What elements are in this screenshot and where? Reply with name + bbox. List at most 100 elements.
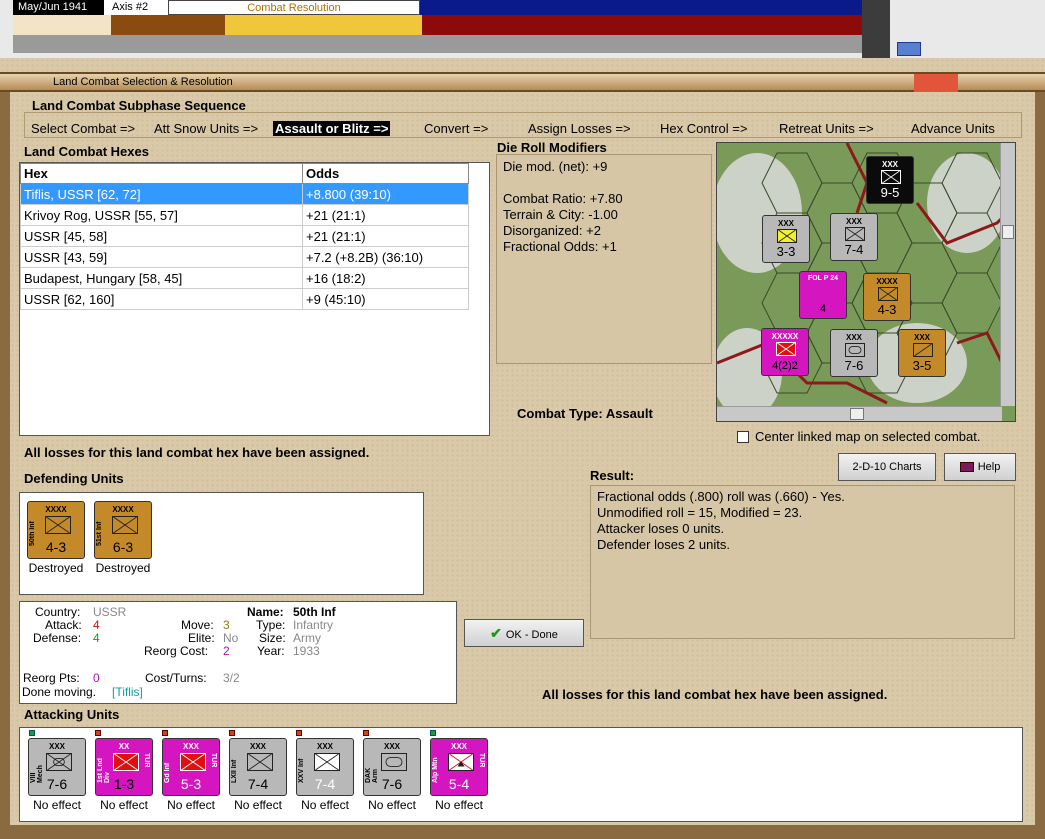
map-counter[interactable]: XXX 7-4 (830, 213, 878, 261)
hex-cell[interactable]: Tiflis, USSR [62, 72] (20, 183, 303, 205)
armor-symbol-icon (381, 753, 407, 771)
attacker-counter[interactable]: XXX Alp Mtn TUR 5-4 (430, 738, 488, 796)
counter-size: XXX (48, 742, 65, 751)
attacker-counter[interactable]: XXX VIII Mech 7-6 (28, 738, 86, 796)
done-moving-location[interactable]: [Tiflis] (112, 686, 143, 699)
reorg-pts-label: Reorg Pts: (23, 671, 80, 685)
counter-size: XXX (316, 742, 333, 751)
hex-cell[interactable]: USSR [45, 58] (20, 225, 303, 247)
combat-map[interactable]: XXX 9-5 XXX 3-3 XXX 7-4 FOL P 24 4 XXXX (716, 142, 1016, 422)
result-panel: Fractional odds (.800) roll was (.660) -… (590, 485, 1015, 639)
map-counter[interactable]: XXX 3-3 (762, 215, 810, 263)
counter-size: XXX (845, 333, 862, 342)
odds-cell[interactable]: +21 (21:1) (302, 204, 469, 226)
status-bar-segment (111, 15, 225, 35)
seq-step-advance[interactable]: Advance Units (911, 121, 995, 136)
combat-type: Combat Type: Assault (517, 406, 653, 421)
attacker-counter[interactable]: XXX XXV Inf 7-4 (296, 738, 354, 796)
help-button[interactable]: Help (944, 453, 1016, 481)
infantry-symbol-icon (45, 516, 71, 534)
table-row[interactable]: USSR [62, 160] +9 (45:10) (20, 288, 469, 310)
attacker-status: No effect (435, 798, 483, 812)
counter-strength: 4 (819, 303, 827, 315)
close-button[interactable] (914, 74, 958, 92)
hex-cell[interactable]: USSR [62, 160] (20, 288, 303, 310)
supply-indicator (29, 730, 35, 736)
supply-indicator (95, 730, 101, 736)
ok-done-button[interactable]: ✔ OK - Done (464, 619, 584, 647)
attacker-counter[interactable]: XX 1st Lnd Div TUR 1-3 (95, 738, 153, 796)
game-screen: May/Jun 1941 Axis #2 Combat Resolution L… (0, 0, 1045, 839)
attacker-counter[interactable]: XXX LXII Inf 7-4 (229, 738, 287, 796)
table-row[interactable]: USSR [45, 58] +21 (21:1) (20, 225, 469, 247)
window-title: Land Combat Selection & Resolution (53, 76, 233, 88)
supply-indicator (430, 730, 436, 736)
defender-status: Destroyed (95, 561, 151, 575)
odds-cell[interactable]: +21 (21:1) (302, 225, 469, 247)
attacker-counter[interactable]: XXX DAK Arm 7-6 (363, 738, 421, 796)
odds-cell[interactable]: +7.2 (+8.2B) (36:10) (302, 246, 469, 268)
seq-step-hex-control[interactable]: Hex Control => (660, 121, 747, 136)
attacker-status: No effect (368, 798, 416, 812)
result-line: Unmodified roll = 15, Modified = 23. (597, 505, 803, 520)
map-counter-selected[interactable]: XXXX 4-3 (863, 273, 911, 321)
table-row[interactable]: Tiflis, USSR [62, 72] +8.800 (39:10) (20, 183, 469, 205)
map-counter[interactable]: XXX 3-5 (898, 329, 946, 377)
map-counter[interactable]: XXX 7-6 (830, 329, 878, 377)
result-line: Defender loses 2 units. (597, 537, 730, 552)
counter-size: XXX (913, 333, 930, 342)
seq-step-convert[interactable]: Convert => (424, 121, 488, 136)
seq-step-select-combat[interactable]: Select Combat => (31, 121, 135, 136)
defense-label: Defense: (33, 631, 82, 645)
map-counter[interactable]: XXX 9-5 (866, 156, 914, 204)
defender-counter[interactable]: XXXX 51st Inf 6-3 (94, 501, 152, 559)
hex-cell[interactable]: USSR [43, 59] (20, 246, 303, 268)
hexes-header: Land Combat Hexes (24, 144, 149, 159)
map-icon[interactable] (897, 42, 921, 56)
charts-button[interactable]: 2-D-10 Charts (838, 453, 936, 481)
map-horizontal-scrollbar[interactable] (717, 406, 1002, 421)
scrollbar-right[interactable] (862, 0, 890, 58)
center-map-checkbox[interactable] (737, 431, 749, 443)
map-vertical-scrollbar[interactable] (1000, 143, 1015, 406)
infantry-symbol-icon (314, 753, 340, 771)
seq-step-assault-blitz[interactable]: Assault or Blitz => (273, 121, 391, 136)
seq-step-att-snow[interactable]: Att Snow Units => (154, 121, 258, 136)
defender-counter[interactable]: XXXX 50th Inf 4-3 (27, 501, 85, 559)
hex-cell[interactable]: Krivoy Rog, USSR [55, 57] (20, 204, 303, 226)
attacking-units-panel: XXX VIII Mech 7-6 No effect XX 1st Lnd D… (19, 727, 1023, 822)
status-bar-segment (422, 15, 862, 35)
map-counter[interactable]: XXXXX 4(2)2 (761, 328, 809, 376)
drm-line (497, 175, 711, 191)
counter-size: XXX (249, 742, 266, 751)
hex-cell[interactable]: Budapest, Hungary [58, 45] (20, 267, 303, 289)
counter-strength: 7-6 (381, 776, 403, 792)
table-row[interactable]: Budapest, Hungary [58, 45] +16 (18:2) (20, 267, 469, 289)
table-row[interactable]: Krivoy Rog, USSR [55, 57] +21 (21:1) (20, 204, 469, 226)
seq-step-assign-losses[interactable]: Assign Losses => (528, 121, 631, 136)
window-titlebar[interactable]: Land Combat Selection & Resolution (0, 72, 1045, 92)
odds-cell[interactable]: +8.800 (39:10) (302, 183, 469, 205)
odds-cell[interactable]: +16 (18:2) (302, 267, 469, 289)
help-label: Help (977, 461, 1001, 473)
map-counter[interactable]: FOL P 24 4 (799, 271, 847, 319)
turn-date: May/Jun 1941 (13, 0, 103, 15)
infantry-symbol-icon (112, 516, 138, 534)
odds-cell[interactable]: +9 (45:10) (302, 288, 469, 310)
center-map-label[interactable]: Center linked map on selected combat. (755, 430, 980, 443)
counter-strength: 7-4 (314, 776, 336, 792)
losses-message-bottom: All losses for this land combat hex have… (542, 687, 888, 702)
table-row[interactable]: USSR [43, 59] +7.2 (+8.2B) (36:10) (20, 246, 469, 268)
infantry-symbol-icon (845, 227, 865, 241)
attacker-counter[interactable]: XXX Gd Inf TUR 5-3 (162, 738, 220, 796)
year-label: Year: (257, 644, 285, 658)
counter-strength: 1-3 (113, 776, 135, 792)
scroll-thumb[interactable] (1002, 225, 1014, 239)
armor-symbol-icon (845, 343, 865, 357)
seq-step-retreat[interactable]: Retreat Units => (779, 121, 874, 136)
attacker-status: No effect (167, 798, 215, 812)
counter-size: XXXXX (771, 332, 799, 341)
scroll-thumb[interactable] (850, 408, 864, 420)
drm-line: Disorganized: +2 (503, 223, 601, 238)
defender-status: Destroyed (28, 561, 84, 575)
